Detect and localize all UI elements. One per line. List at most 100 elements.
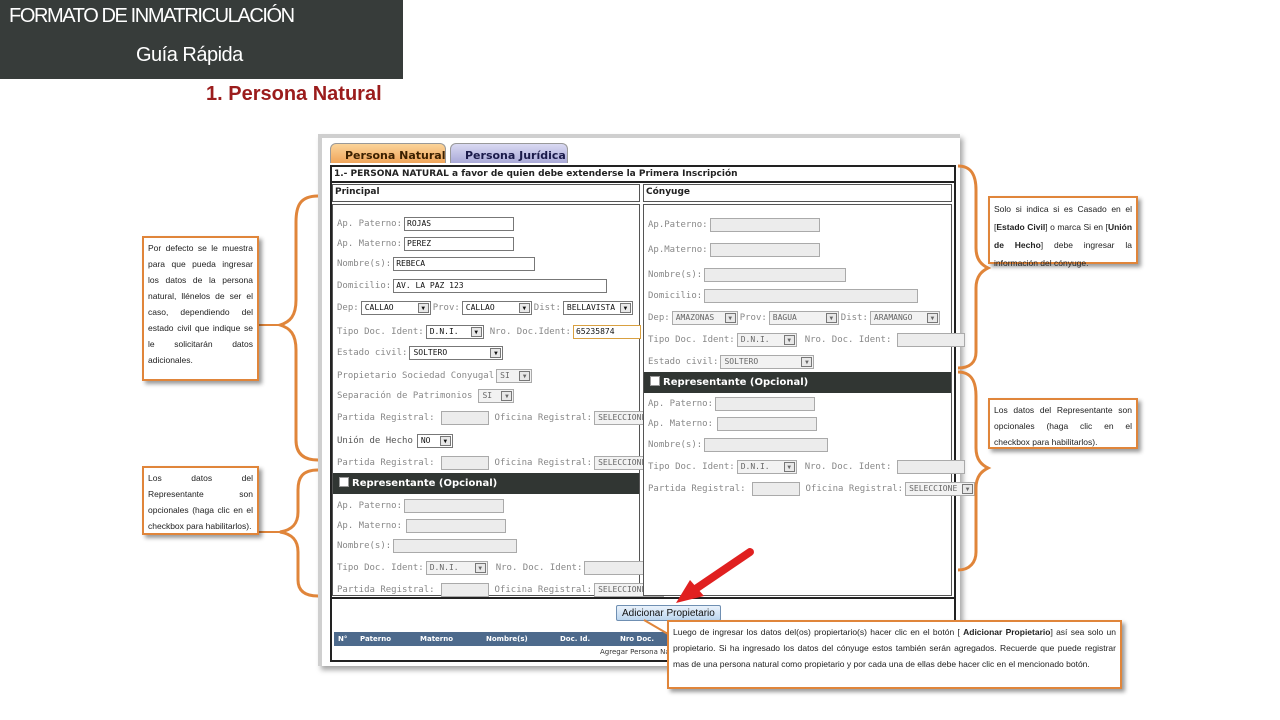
chevron-down-icon: ▼ — [926, 312, 938, 323]
tab-persona-natural[interactable]: Persona Natural — [330, 143, 446, 163]
ap-materno-label: Ap. Materno: — [337, 238, 403, 249]
chevron-down-icon: ▼ — [783, 334, 795, 345]
chevron-down-icon: ▼ — [962, 483, 974, 494]
chevron-down-icon: ▼ — [724, 312, 736, 323]
separacion-label: Separación de Patrimonios — [337, 390, 473, 401]
callout-right-mid: Los datos del Representante son opcional… — [988, 398, 1138, 449]
rep-tipo-doc-select[interactable]: D.N.I. ▼ — [425, 560, 488, 575]
cy-tipo-doc-select[interactable]: D.N.I. ▼ — [736, 332, 797, 347]
cy-rep-ap-paterno-input[interactable] — [715, 396, 816, 411]
partida-input[interactable] — [440, 410, 489, 425]
cy-tipo-doc-value: D.N.I. — [740, 334, 770, 344]
rep-ap-materno-label: Ap. Materno: — [337, 520, 403, 531]
dist-select[interactable]: BELLAVISTA ▼ — [562, 300, 633, 315]
cy-rep-tipo-doc-select[interactable]: D.N.I. ▼ — [736, 459, 797, 474]
tipo-doc-label: Tipo Doc. Ident: — [337, 326, 424, 337]
cy-domicilio-label: Domicilio: — [648, 290, 703, 301]
cy-rep-nro-doc-label: Nro. Doc. Ident: — [804, 461, 892, 472]
chevron-down-icon: ▼ — [474, 562, 486, 573]
cy-prov-select[interactable]: BAGUA ▼ — [768, 310, 839, 325]
col-n: N° — [338, 635, 348, 643]
brace-left-bottom — [279, 468, 319, 598]
partida-input[interactable] — [440, 455, 489, 470]
cy-dep-select[interactable]: AMAZONAS ▼ — [671, 310, 738, 325]
adicionar-propietario-button[interactable]: Adicionar Propietario — [616, 605, 721, 621]
representante-bar: Representante (Opcional) — [333, 473, 639, 494]
union-hecho-value: NO — [420, 435, 431, 445]
header-banner: FORMATO DE INMATRICULACIÓN Guía Rápida — [0, 0, 403, 79]
oficina-label: Oficina Registral: — [494, 412, 593, 423]
ap-paterno-input[interactable]: ROJAS — [404, 216, 515, 231]
cy-dist-value: ARAMANGO — [873, 312, 913, 322]
callout-bottom-bold: Adicionar Propietario — [963, 627, 1051, 637]
principal-heading: Principal — [332, 184, 640, 202]
rep-ap-paterno-input[interactable] — [404, 498, 505, 513]
chevron-down-icon: ▼ — [518, 302, 530, 313]
cy-dist-label: Dist: — [840, 312, 868, 323]
callout-left-top: Por defecto se le muestra para que pueda… — [142, 236, 259, 381]
cy-rep-nro-doc-input[interactable] — [897, 459, 966, 474]
cy-rep-ap-materno-input[interactable] — [717, 416, 818, 431]
cy-estado-civil-select[interactable]: SOLTERO ▼ — [720, 354, 815, 369]
cy-domicilio-input[interactable] — [704, 288, 919, 303]
callout-bottom-text: Luego de ingresar los datos del(os) prop… — [673, 627, 964, 637]
cy-nombres-input[interactable] — [704, 267, 847, 282]
header-subtitle: Guía Rápida — [136, 44, 243, 66]
tab-persona-juridica[interactable]: Persona Jurídica — [450, 143, 568, 163]
domicilio-input[interactable]: AV. LA PAZ 123 — [393, 278, 608, 293]
cy-representante-bar: Representante (Opcional) — [644, 372, 951, 393]
rep-ap-materno-input[interactable] — [406, 518, 507, 533]
callout-right-top-text: ] o marca Si en [ — [1045, 222, 1108, 232]
partida-label: Partida Registral: — [337, 412, 435, 423]
estado-civil-value: SOLTERO — [413, 347, 448, 357]
cy-rep-ap-materno-label: Ap. Materno: — [648, 418, 714, 429]
cy-rep-tipo-doc-value: D.N.I. — [740, 461, 770, 471]
separacion-select[interactable]: SI ▼ — [478, 388, 515, 403]
chevron-down-icon: ▼ — [619, 302, 631, 313]
ap-materno-input[interactable]: PEREZ — [404, 236, 515, 251]
cy-dep-value: AMAZONAS — [675, 312, 715, 322]
separacion-value: SI — [482, 390, 493, 400]
rep-nombres-input[interactable] — [393, 538, 518, 553]
cy-ap-paterno-input[interactable] — [709, 217, 820, 232]
chevron-down-icon: ▼ — [439, 435, 451, 446]
rep-nro-doc-label: Nro. Doc. Ident: — [495, 562, 583, 573]
nro-doc-label: Nro. Doc.Ident: — [489, 326, 571, 337]
union-hecho-select[interactable]: NO ▼ — [416, 433, 453, 448]
cy-representante-checkbox[interactable] — [650, 376, 660, 386]
cy-rep-partida-input[interactable] — [751, 481, 800, 496]
cy-rep-ap-paterno-label: Ap. Paterno: — [648, 398, 714, 409]
dist-label: Dist: — [533, 302, 561, 313]
prop-soc-select[interactable]: SI ▼ — [496, 368, 533, 383]
dep-value: CALLAO — [364, 302, 394, 312]
prov-select[interactable]: CALLAO ▼ — [461, 300, 532, 315]
cy-dep-label: Dep: — [648, 312, 670, 323]
cy-rep-oficina-label: Oficina Registral: — [805, 483, 904, 494]
cy-rep-nombres-input[interactable] — [704, 437, 829, 452]
cy-dist-select[interactable]: ARAMANGO ▼ — [869, 310, 940, 325]
representante-checkbox[interactable] — [339, 477, 349, 487]
callout-left-bottom: Los datos del Representante son opcional… — [142, 466, 259, 535]
nro-doc-input[interactable]: 65235874 — [572, 324, 641, 339]
nombres-input[interactable]: REBECA — [393, 256, 536, 271]
cy-rep-oficina-value: SELECCIONE — [909, 483, 958, 493]
col-doc-id: Doc. Id. — [560, 635, 591, 643]
cy-rep-oficina-select[interactable]: SELECCIONE ▼ — [905, 481, 976, 496]
rep-partida-input[interactable] — [440, 582, 489, 597]
rep-ap-paterno-label: Ap. Paterno: — [337, 500, 403, 511]
estado-civil-select[interactable]: SOLTERO ▼ — [409, 345, 504, 360]
cy-rep-tipo-doc-label: Tipo Doc. Ident: — [648, 461, 735, 472]
cy-ap-materno-input[interactable] — [709, 242, 820, 257]
tipo-doc-value: D.N.I. — [429, 326, 459, 336]
tipo-doc-select[interactable]: D.N.I. ▼ — [425, 324, 484, 339]
dep-select[interactable]: CALLAO ▼ — [360, 300, 431, 315]
chevron-down-icon: ▼ — [801, 356, 813, 367]
conyuge-panel: Ap.Paterno: Ap.Materno: Nombre(s): Domic… — [643, 204, 976, 596]
form-frame: 1.- PERSONA NATURAL a favor de quien deb… — [330, 165, 976, 662]
union-hecho-label: Unión de Hecho — [337, 435, 413, 446]
prov-label: Prov: — [432, 302, 460, 313]
agregar-persona-link[interactable]: Agregar Persona Na — [600, 648, 670, 656]
estado-civil-label: Estado civil: — [337, 347, 408, 358]
oficina-value: SELECCIONE — [598, 457, 647, 467]
cy-nro-doc-input[interactable] — [897, 332, 966, 347]
